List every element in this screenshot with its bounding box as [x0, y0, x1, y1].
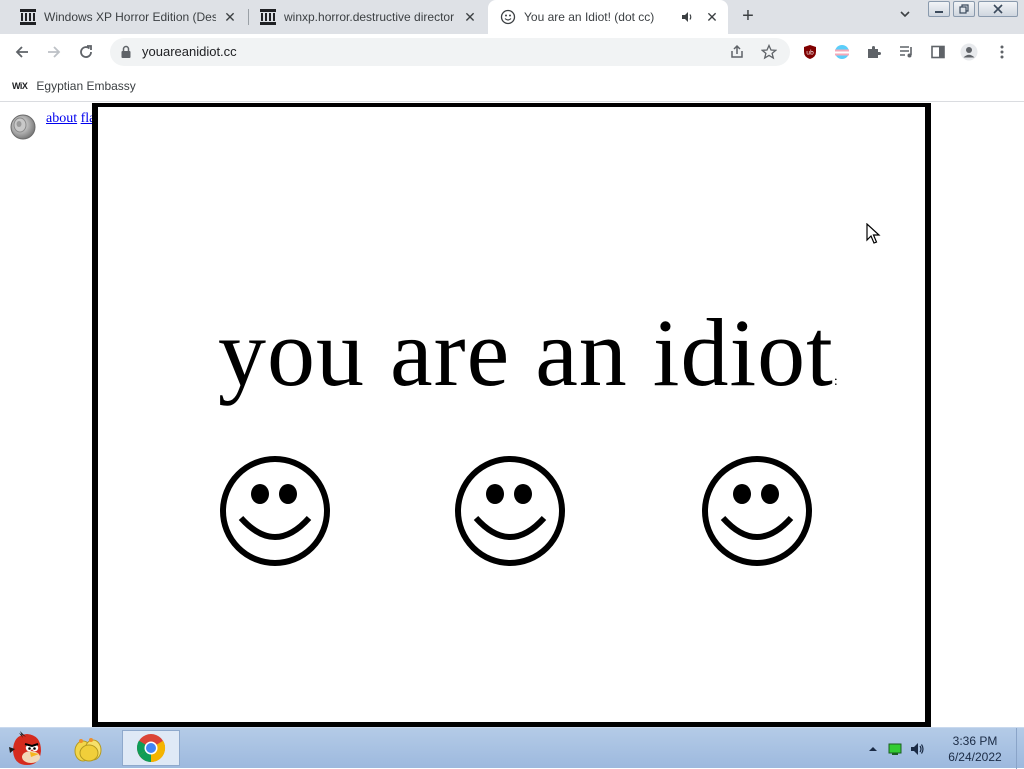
headline: you are an idiot:: [218, 297, 839, 408]
clock-time: 3:36 PM: [952, 734, 998, 748]
chevron-down-icon[interactable]: [896, 8, 914, 26]
new-tab-button[interactable]: +: [737, 6, 759, 28]
about-link[interactable]: about: [46, 111, 77, 126]
museum-icon: [260, 9, 276, 25]
share-icon[interactable]: [728, 43, 746, 61]
speaker-icon[interactable]: [6, 107, 40, 141]
headline-trail: :: [833, 374, 839, 389]
reload-button[interactable]: [74, 40, 98, 64]
back-button[interactable]: [10, 40, 34, 64]
puzzle-icon[interactable]: [865, 43, 883, 61]
mouse-cursor-icon: [866, 223, 881, 244]
smiley-face-icon: [702, 456, 812, 566]
tab-windows-xp-horror[interactable]: Windows XP Horror Edition (Dest ✕: [8, 0, 246, 34]
tab-title: You are an Idiot! (dot cc): [524, 10, 655, 24]
ublock-icon[interactable]: ub: [801, 43, 819, 61]
reload-icon: [80, 45, 92, 58]
tab-winxp-horror-director[interactable]: winxp.horror.destructive director ✕: [248, 0, 486, 34]
side-panel-icon[interactable]: [929, 43, 947, 61]
volume-icon[interactable]: [909, 741, 925, 757]
star-icon[interactable]: [760, 43, 778, 61]
system-tray: [868, 728, 925, 769]
restore-button[interactable]: [953, 1, 975, 17]
tab-title: Windows XP Horror Edition (Dest: [44, 10, 216, 24]
arrow-right-icon: [48, 46, 61, 58]
speaker-icon[interactable]: [680, 10, 694, 24]
smiley-icon: [500, 9, 516, 25]
close-icon[interactable]: ✕: [462, 9, 478, 25]
pride-extension-icon[interactable]: [833, 43, 851, 61]
forward-button[interactable]: [42, 40, 66, 64]
media-controls-icon[interactable]: [897, 43, 915, 61]
chrome-taskbar-button[interactable]: [122, 730, 180, 766]
minimize-button[interactable]: [928, 1, 950, 17]
minimize-icon: [935, 11, 943, 13]
tab-you-are-an-idiot[interactable]: You are an Idiot! (dot cc) ✕: [488, 0, 728, 34]
angry-birds-icon[interactable]: [4, 728, 50, 768]
browser-toolbar: youareanidiot.cc ub: [0, 34, 1024, 70]
clock-date: 6/24/2022: [948, 750, 1002, 764]
web-page: about flash you are an idiot:: [0, 103, 1024, 728]
profile-avatar-icon[interactable]: [960, 43, 978, 61]
taskbar-clock[interactable]: 3:36 PM 6/24/2022: [940, 733, 1010, 765]
lock-icon: [121, 45, 131, 58]
show-desktop-button[interactable]: [1016, 728, 1024, 769]
taskbar: 3:36 PM 6/24/2022: [0, 727, 1024, 769]
folder-icon[interactable]: [66, 730, 112, 766]
network-icon[interactable]: [887, 742, 903, 756]
close-icon: [993, 4, 1003, 14]
bookmark-label: Egyptian Embassy: [36, 79, 136, 93]
tab-title: winxp.horror.destructive director: [284, 10, 455, 24]
close-icon[interactable]: ✕: [704, 9, 720, 25]
close-icon[interactable]: ✕: [222, 9, 238, 25]
smiley-face-icon: [220, 456, 330, 566]
museum-icon: [20, 9, 36, 25]
address-bar[interactable]: youareanidiot.cc: [110, 38, 790, 66]
wix-icon: WiX: [12, 81, 28, 91]
kebab-menu-icon[interactable]: [993, 43, 1011, 61]
chrome-icon: [137, 734, 166, 763]
restore-icon: [959, 4, 969, 14]
url-text: youareanidiot.cc: [142, 44, 237, 59]
bookmark-egyptian-embassy[interactable]: WiX Egyptian Embassy: [12, 76, 136, 96]
bookmarks-bar: WiX Egyptian Embassy: [0, 70, 1024, 102]
arrow-left-icon: [15, 46, 28, 58]
flash-frame[interactable]: you are an idiot:: [92, 103, 931, 728]
close-window-button[interactable]: [978, 1, 1018, 17]
tab-strip: Windows XP Horror Edition (Dest ✕ winxp.…: [0, 0, 1024, 34]
svg-text:ub: ub: [806, 50, 814, 57]
headline-text: you are an idiot: [218, 299, 834, 406]
chevron-up-icon[interactable]: [868, 744, 878, 754]
smiley-face-icon: [455, 456, 565, 566]
